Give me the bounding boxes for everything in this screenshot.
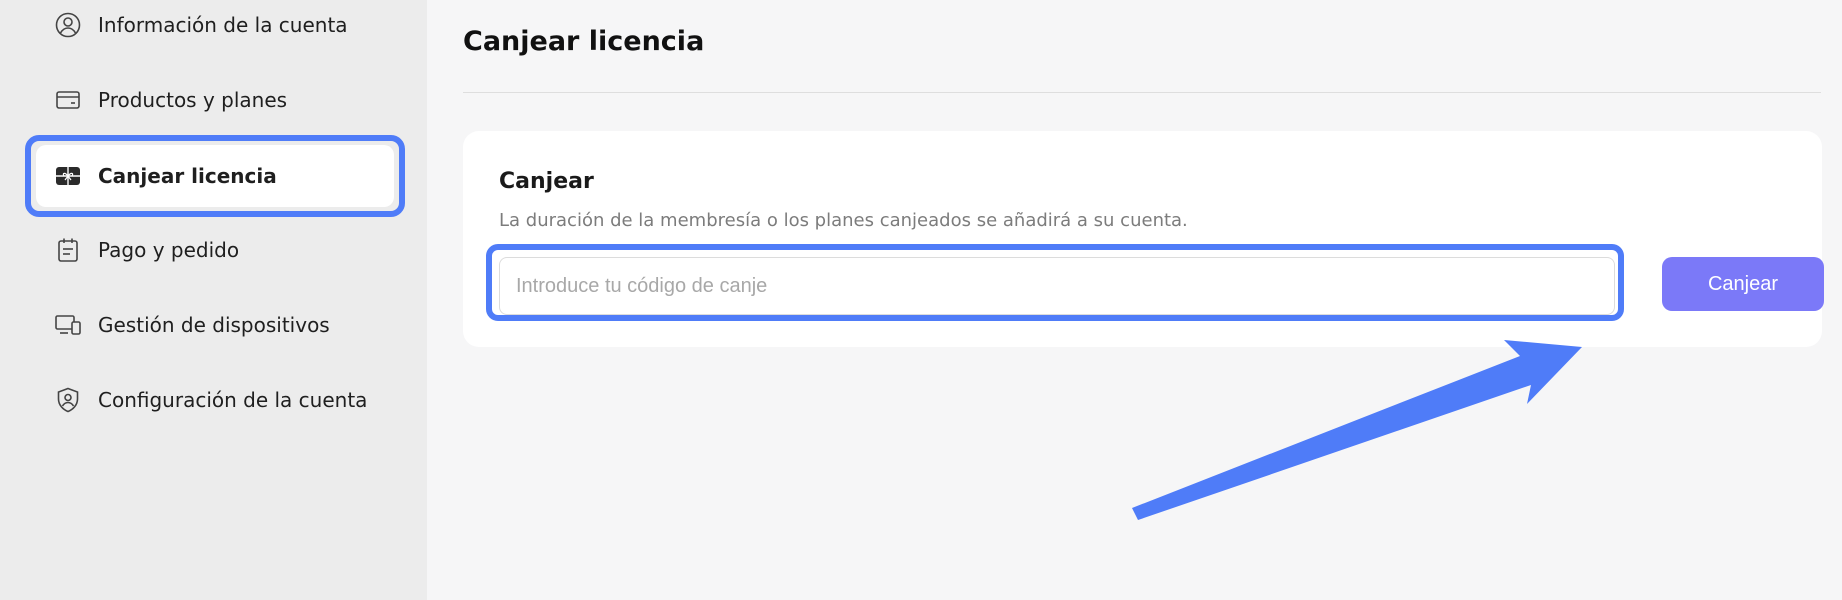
clipboard-icon bbox=[54, 236, 82, 264]
title-divider bbox=[463, 92, 1821, 93]
sidebar-item-account-info[interactable]: Información de la cuenta bbox=[36, 0, 394, 56]
card-icon bbox=[54, 86, 82, 114]
sidebar-item-label: Canjear licencia bbox=[98, 164, 277, 188]
redeem-card: Canjear La duración de la membresía o lo… bbox=[463, 131, 1824, 347]
redeem-code-input[interactable] bbox=[500, 258, 1614, 314]
sidebar-item-account-settings[interactable]: Configuración de la cuenta bbox=[36, 369, 394, 431]
sidebar-item-redeem-license[interactable]: Canjear licencia bbox=[36, 145, 394, 207]
devices-icon bbox=[54, 311, 82, 339]
page-title: Canjear licencia bbox=[463, 26, 705, 57]
redeem-code-field bbox=[499, 257, 1615, 315]
sidebar-item-label: Gestión de dispositivos bbox=[98, 313, 330, 337]
sidebar-item-label: Información de la cuenta bbox=[98, 13, 348, 37]
shield-user-icon bbox=[54, 386, 82, 414]
sidebar-item-payment-order[interactable]: Pago y pedido bbox=[36, 219, 394, 281]
redeem-button[interactable]: Canjear bbox=[1662, 257, 1824, 311]
sidebar-item-label: Productos y planes bbox=[98, 88, 288, 112]
sidebar-item-device-management[interactable]: Gestión de dispositivos bbox=[36, 294, 394, 356]
user-circle-icon bbox=[54, 11, 82, 39]
sidebar-item-products-plans[interactable]: Productos y planes bbox=[36, 69, 394, 131]
sidebar: Información de la cuenta Productos y pla… bbox=[0, 0, 427, 600]
card-title: Canjear bbox=[499, 169, 594, 194]
sidebar-item-label: Configuración de la cuenta bbox=[98, 388, 368, 412]
sidebar-item-label: Pago y pedido bbox=[98, 238, 240, 262]
card-description: La duración de la membresía o los planes… bbox=[499, 210, 1188, 231]
gift-icon bbox=[54, 162, 82, 190]
main-content: Canjear licencia Canjear La duración de … bbox=[427, 0, 1842, 600]
